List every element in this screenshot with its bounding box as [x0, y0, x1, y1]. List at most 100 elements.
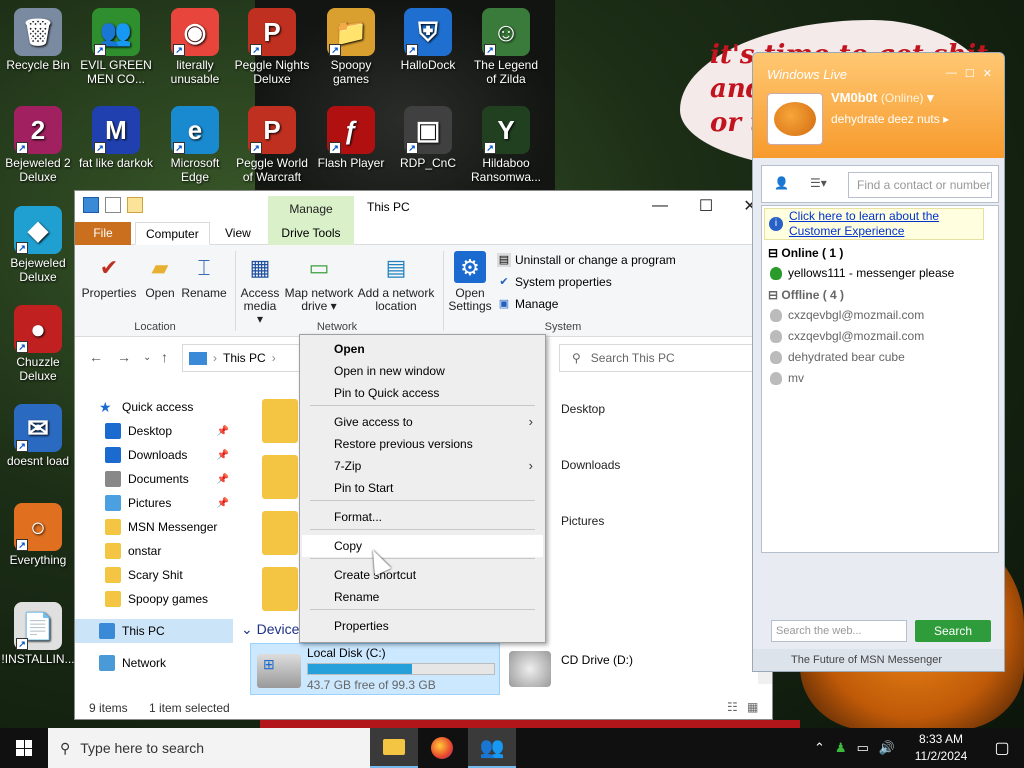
- context-menu-item[interactable]: Pin to Start: [302, 477, 543, 499]
- msn-find-contact-input[interactable]: Find a contact or number: [848, 172, 992, 198]
- start-button[interactable]: [0, 728, 48, 768]
- access-media-button[interactable]: ▦ Access media ▾: [239, 251, 281, 326]
- up-arrow-icon[interactable]: ↑: [161, 349, 168, 365]
- tab-file[interactable]: File: [75, 222, 131, 245]
- msn-contact[interactable]: yellows111 - messenger please: [770, 266, 954, 280]
- nav-item[interactable]: Documents 📌: [75, 467, 233, 491]
- desktop-icon[interactable]: 📄 ↗ !INSTALLIN...: [0, 602, 76, 666]
- msn-contact[interactable]: dehydrated bear cube: [770, 350, 905, 364]
- map-network-drive-button[interactable]: ▭ Map network drive ▾: [283, 251, 355, 313]
- context-menu-item[interactable]: Rename: [302, 586, 543, 608]
- desktop-icon[interactable]: ⛨ ↗ HalloDock: [390, 8, 466, 72]
- tab-drive-tools[interactable]: Drive Tools: [268, 222, 354, 245]
- add-network-location-button[interactable]: ▤ Add a network location: [357, 251, 435, 313]
- devices-group-header[interactable]: ⌄ Devices and drives: [241, 621, 303, 638]
- desktop-icon[interactable]: Y ↗ Hildaboo Ransomwa...: [468, 106, 544, 184]
- nav-item[interactable]: Pictures 📌: [75, 491, 233, 515]
- minimize-button[interactable]: —: [637, 191, 683, 221]
- msn-search-button[interactable]: Search: [915, 620, 991, 642]
- msn-personal-message[interactable]: dehydrate deez nuts ▸: [831, 112, 949, 126]
- new-folder-icon[interactable]: [127, 197, 143, 213]
- menu-list-icon[interactable]: ☰▾: [810, 176, 827, 190]
- clock[interactable]: 8:33 AM 11/2/2024: [908, 731, 974, 765]
- folder-music-icon[interactable]: [262, 511, 298, 555]
- tab-manage[interactable]: Manage: [268, 196, 354, 222]
- tab-computer[interactable]: Computer: [135, 222, 210, 245]
- msn-tray-icon[interactable]: ♟: [835, 740, 847, 756]
- properties-icon[interactable]: [105, 197, 121, 213]
- taskbar-msn-messenger[interactable]: 👥: [468, 728, 516, 768]
- manage-button[interactable]: ▣ Manage: [497, 297, 559, 311]
- context-menu-item[interactable]: Format...: [302, 506, 543, 528]
- desktop-icon[interactable]: 👥 ↗ EVIL GREEN MEN CO...: [78, 8, 154, 86]
- pin-icon[interactable]: 📌: [217, 426, 229, 437]
- offline-group-header[interactable]: ⊟ Offline ( 4 ): [768, 288, 844, 302]
- system-properties-button[interactable]: ✔ System properties: [497, 275, 611, 289]
- msn-maximize-button[interactable]: ☐: [965, 67, 975, 80]
- taskbar-firefox[interactable]: [418, 728, 466, 768]
- tab-view[interactable]: View: [215, 222, 261, 245]
- local-disk-c[interactable]: ⊞ Local Disk (C:) 43.7 GB free of 99.3 G…: [250, 643, 500, 695]
- desktop-icon[interactable]: ● ↗ Chuzzle Deluxe: [0, 305, 76, 383]
- pin-icon[interactable]: 📌: [217, 474, 229, 485]
- desktop-icon[interactable]: ◉ ↗ literally unusable: [157, 8, 233, 86]
- msn-avatar[interactable]: [767, 93, 823, 145]
- tiles-view-icon[interactable]: ▦: [747, 700, 758, 714]
- online-group-header[interactable]: ⊟ Online ( 1 ): [768, 246, 843, 260]
- desktop-icon[interactable]: 📁 ↗ Spoopy games: [313, 8, 389, 86]
- desktop-icon[interactable]: P ↗ Peggle World of Warcraft: [234, 106, 310, 184]
- desktop-icon[interactable]: 🗑 Recycle Bin: [0, 8, 76, 72]
- context-menu-item[interactable]: Copy: [302, 535, 543, 557]
- context-menu-item[interactable]: Open: [302, 338, 543, 360]
- msn-web-search-input[interactable]: Search the web...: [771, 620, 907, 642]
- chevron-up-icon[interactable]: ⌃: [814, 740, 825, 756]
- taskbar-file-explorer[interactable]: [370, 728, 418, 768]
- recent-chevron-icon[interactable]: ⌄: [143, 352, 151, 363]
- folder-downloads-label[interactable]: Downloads: [561, 458, 620, 472]
- search-box[interactable]: ⚲ Search This PC: [559, 344, 761, 372]
- folder-pictures-label[interactable]: Pictures: [561, 514, 604, 528]
- pin-icon[interactable]: 📌: [217, 498, 229, 509]
- context-menu-item[interactable]: Give access to ›: [302, 411, 543, 433]
- computer-icon[interactable]: [83, 197, 99, 213]
- msn-display-name[interactable]: VM0b0t (Online) ▾: [831, 90, 934, 106]
- desktop-icon[interactable]: P ↗ Peggle Nights Deluxe: [234, 8, 310, 86]
- taskbar-search-box[interactable]: ⚲ Type here to search: [48, 728, 370, 768]
- context-menu-item[interactable]: Properties: [302, 615, 543, 637]
- nav-quick-access[interactable]: ★ Quick access: [75, 395, 233, 419]
- add-contact-icon[interactable]: 👤: [774, 176, 789, 190]
- nav-this-pc[interactable]: This PC: [75, 619, 233, 643]
- desktop-icon[interactable]: ▣ ↗ RDP_CnC: [390, 106, 466, 170]
- msn-contact[interactable]: cxzqevbgl@mozmail.com: [770, 329, 924, 343]
- msn-messenger-window[interactable]: Windows Live — ☐ ✕ VM0b0t (Online) ▾ deh…: [752, 52, 1005, 672]
- pin-icon[interactable]: 📌: [217, 450, 229, 461]
- open-button[interactable]: ▰ Open: [141, 251, 179, 300]
- volume-icon[interactable]: 🔊: [879, 740, 895, 756]
- msn-minimize-button[interactable]: —: [946, 67, 957, 80]
- notification-icon[interactable]: ▢: [980, 728, 1024, 768]
- folder-desktop-icon[interactable]: [262, 399, 298, 443]
- folder-videos-icon[interactable]: [262, 567, 298, 611]
- nav-network[interactable]: Network: [75, 651, 233, 675]
- desktop-icon[interactable]: ○ ↗ Everything: [0, 503, 76, 567]
- desktop-icon[interactable]: e ↗ Microsoft Edge: [157, 106, 233, 184]
- msn-close-button[interactable]: ✕: [983, 67, 992, 80]
- network-icon[interactable]: ▭: [857, 740, 869, 756]
- nav-item[interactable]: Spoopy games: [75, 587, 233, 611]
- context-menu-item[interactable]: Restore previous versions: [302, 433, 543, 455]
- cd-drive-d[interactable]: CD Drive (D:): [509, 643, 729, 695]
- desktop-icon[interactable]: ƒ ↗ Flash Player: [313, 106, 389, 170]
- uninstall-program-button[interactable]: ▤ Uninstall or change a program: [497, 253, 676, 267]
- msn-contact[interactable]: mv: [770, 371, 804, 385]
- nav-item[interactable]: MSN Messenger: [75, 515, 233, 539]
- forward-arrow-icon[interactable]: →: [117, 349, 131, 365]
- desktop-icon[interactable]: 2 ↗ Bejeweled 2 Deluxe: [0, 106, 76, 184]
- nav-item[interactable]: Downloads 📌: [75, 443, 233, 467]
- nav-item[interactable]: onstar: [75, 539, 233, 563]
- back-arrow-icon[interactable]: ←: [89, 349, 103, 365]
- open-settings-button[interactable]: ⚙ Open Settings: [447, 251, 493, 313]
- folder-desktop-label[interactable]: Desktop: [561, 402, 605, 416]
- folder-documents-icon[interactable]: [262, 455, 298, 499]
- rename-button[interactable]: ⌶ Rename: [181, 251, 227, 300]
- context-menu-item[interactable]: 7-Zip ›: [302, 455, 543, 477]
